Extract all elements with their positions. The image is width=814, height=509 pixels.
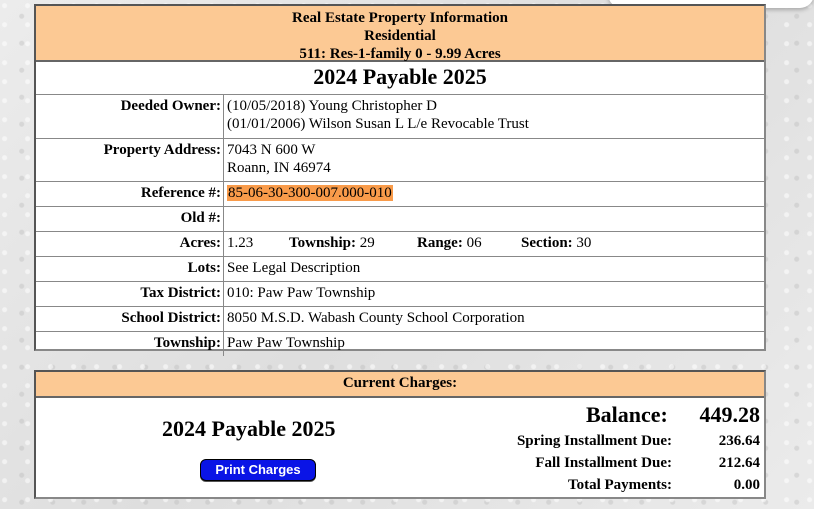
tax-year-title: 2024 Payable 2025 [36, 62, 764, 95]
property-address-value: 7043 N 600 W Roann, IN 46974 [224, 139, 764, 181]
address-line-2: Roann, IN 46974 [227, 160, 331, 176]
balance-value: 449.28 [699, 402, 761, 427]
township-row: Township: Paw Paw Township [36, 332, 764, 356]
total-payments-value: 0.00 [733, 477, 760, 493]
old-number-row: Old #: [36, 207, 764, 232]
acres-row: Acres: 1.23 Township: 29 Range: 06 Secti… [36, 232, 764, 257]
school-district-label: School District: [36, 307, 224, 331]
section-label: Section: [521, 235, 573, 251]
owner-previous: (01/01/2006) Wilson Susan L L/e Revocabl… [227, 116, 529, 132]
reference-cell: 85-06-30-300-007.000-010 [224, 182, 764, 206]
owner-current: (10/05/2018) Young Christopher D [227, 98, 438, 114]
current-charges-panel: Current Charges: 2024 Payable 2025 Print… [34, 370, 766, 499]
township-value: Paw Paw Township [227, 335, 345, 351]
school-district-value: 8050 M.S.D. Wabash County School Corpora… [227, 310, 525, 326]
balance-label: Balance: [586, 402, 668, 427]
acres-cell: 1.23 Township: 29 Range: 06 Section: 30 [224, 232, 764, 256]
header-class: Residential [364, 28, 436, 44]
deeded-owner-value: (10/05/2018) Young Christopher D (01/01/… [224, 95, 764, 138]
tax-district-row: Tax District: 010: Paw Paw Township [36, 282, 764, 307]
header-subclass: 511: Res-1-family 0 - 9.99 Acres [299, 46, 501, 62]
reference-label: Reference #: [36, 182, 224, 206]
lots-row: Lots: See Legal Description [36, 257, 764, 282]
fall-installment-value: 212.64 [718, 455, 760, 471]
property-address-label: Property Address: [36, 139, 224, 181]
current-charges-header: Current Charges: [36, 372, 764, 398]
section-value: 30 [576, 235, 592, 251]
range: Range: 06 [417, 234, 482, 252]
spring-installment-label: Spring Installment Due: [516, 433, 672, 449]
school-district-row: School District: 8050 M.S.D. Wabash Coun… [36, 307, 764, 332]
old-number-value [224, 207, 764, 231]
charges-year-title: 2024 Payable 2025 [162, 416, 336, 441]
range-value: 06 [466, 235, 482, 251]
township-number-label: Township: [289, 235, 356, 251]
spring-installment-value: 236.64 [718, 433, 760, 449]
tax-district-label: Tax District: [36, 282, 224, 306]
reference-value[interactable]: 85-06-30-300-007.000-010 [227, 185, 393, 201]
deeded-owner-row: Deeded Owner: (10/05/2018) Young Christo… [36, 95, 764, 139]
address-line-1: 7043 N 600 W [227, 142, 316, 158]
acres-label: Acres: [36, 232, 224, 256]
deeded-owner-label: Deeded Owner: [36, 95, 224, 138]
township-number-value: 29 [359, 235, 375, 251]
header-title: Real Estate Property Information [292, 10, 508, 26]
lots-value: See Legal Description [227, 260, 361, 276]
fall-installment-label: Fall Installment Due: [535, 455, 672, 471]
reference-row: Reference #: 85-06-30-300-007.000-010 [36, 182, 764, 207]
lots-label: Lots: [36, 257, 224, 281]
old-number-label: Old #: [36, 207, 224, 231]
range-label: Range: [417, 235, 463, 251]
section: Section: 30 [521, 234, 591, 252]
charges-body: 2024 Payable 2025 Print Charges Balance:… [36, 398, 764, 499]
tax-district-value: 010: Paw Paw Township [227, 285, 376, 301]
property-info-panel: Real Estate Property Information Residen… [34, 4, 766, 356]
acres-value: 1.23 [227, 235, 254, 251]
total-payments-label: Total Payments: [567, 477, 672, 493]
township-number: Township: 29 [289, 234, 375, 252]
township-label: Township: [36, 332, 224, 356]
print-charges-button[interactable]: Print Charges [200, 459, 316, 481]
property-info-header: Real Estate Property Information Residen… [36, 6, 764, 62]
property-address-row: Property Address: 7043 N 600 W Roann, IN… [36, 139, 764, 182]
